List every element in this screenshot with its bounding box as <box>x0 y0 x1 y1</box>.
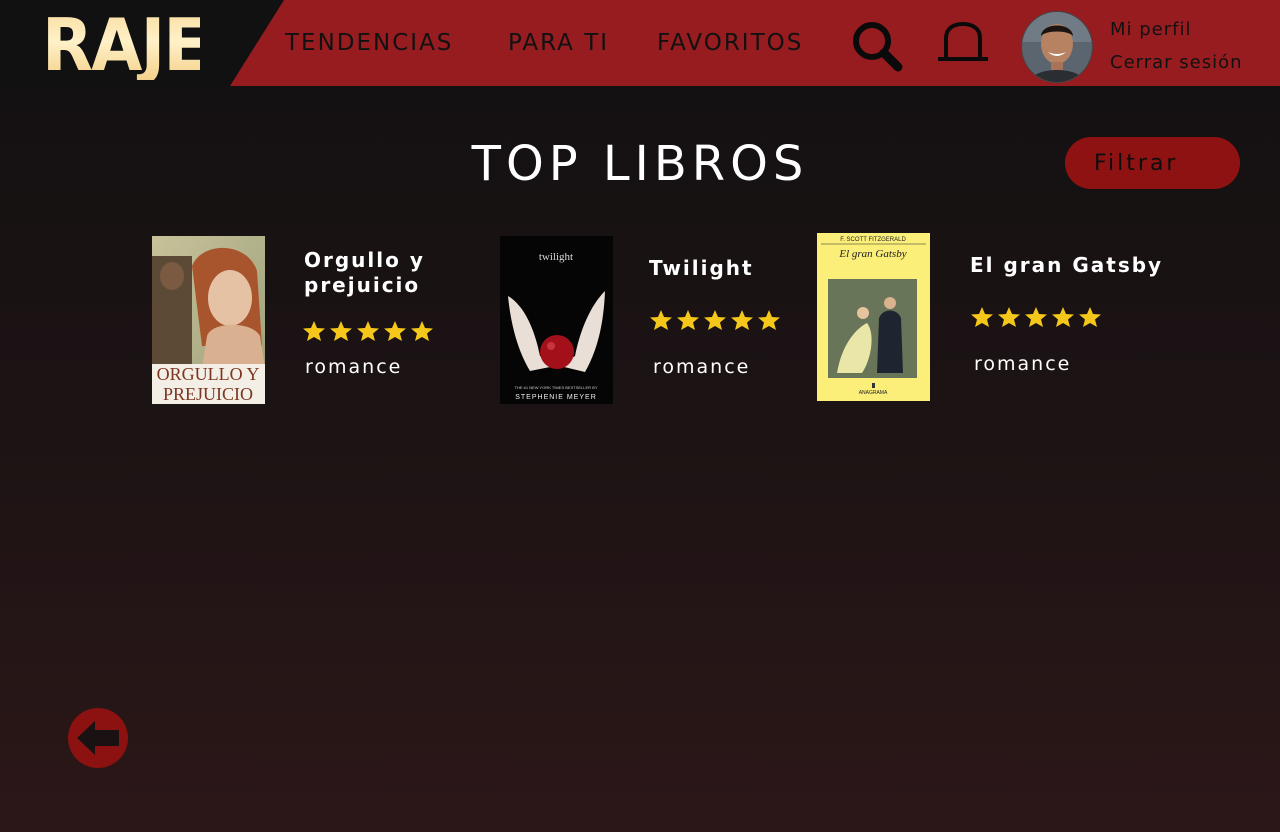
book-title[interactable]: El gran Gatsby <box>970 253 1163 278</box>
cover-publisher: ANAGRAMA <box>859 390 888 396</box>
star-icon <box>758 310 780 330</box>
search-icon[interactable] <box>850 20 906 72</box>
cover-text-line1: ORGULLO Y <box>157 364 260 384</box>
star-icon <box>704 310 726 330</box>
star-icon <box>650 310 672 330</box>
cover-author: STEPHENIE MEYER <box>515 394 597 401</box>
star-icon <box>411 321 433 341</box>
top-header: RAJE TENDENCIAS PARA TI FAVORITOS Mi per… <box>0 0 1280 86</box>
book-title[interactable]: Orgullo y prejuicio <box>304 248 454 298</box>
book-cover-orgullo[interactable]: ORGULLO Y PREJUICIO <box>152 236 265 404</box>
book-genre: romance <box>653 356 751 378</box>
avatar[interactable] <box>1021 11 1093 83</box>
star-icon <box>1052 307 1074 327</box>
rating-stars <box>649 309 781 331</box>
cover-author: F. SCOTT FITZGERALD <box>840 237 906 243</box>
cover-title: El gran Gatsby <box>838 248 906 260</box>
book-cover-twilight[interactable]: twilight THE #1 NEW YORK TIMES BESTSELLE… <box>500 236 613 404</box>
rating-stars <box>302 320 434 342</box>
star-icon <box>384 321 406 341</box>
star-icon <box>1025 307 1047 327</box>
book-genre: romance <box>974 353 1072 375</box>
book-genre: romance <box>305 356 403 378</box>
nav-tendencias[interactable]: TENDENCIAS <box>285 30 453 56</box>
star-icon <box>677 310 699 330</box>
cover-title: twilight <box>539 251 573 263</box>
raje-logo[interactable]: RAJE <box>42 9 209 81</box>
star-icon <box>998 307 1020 327</box>
star-icon <box>971 307 993 327</box>
filter-button[interactable]: Filtrar <box>1065 137 1240 189</box>
star-icon <box>303 321 325 341</box>
star-icon <box>731 310 753 330</box>
rating-stars <box>970 306 1102 328</box>
cover-tagline: THE #1 NEW YORK TIMES BESTSELLER BY <box>515 385 598 390</box>
logout-link[interactable]: Cerrar sesión <box>1110 52 1243 73</box>
bell-icon[interactable] <box>936 20 990 66</box>
star-icon <box>357 321 379 341</box>
star-icon <box>330 321 352 341</box>
my-profile-link[interactable]: Mi perfil <box>1110 19 1192 40</box>
star-icon <box>1079 307 1101 327</box>
cover-text-line2: PREJUICIO <box>163 384 253 404</box>
book-cover-gatsby[interactable]: F. SCOTT FITZGERALD El gran Gatsby ANAGR… <box>817 233 930 401</box>
book-title[interactable]: Twilight <box>649 256 754 281</box>
nav-para-ti[interactable]: PARA TI <box>508 30 609 56</box>
back-arrow-icon[interactable] <box>67 707 129 769</box>
nav-favoritos[interactable]: FAVORITOS <box>657 30 803 56</box>
